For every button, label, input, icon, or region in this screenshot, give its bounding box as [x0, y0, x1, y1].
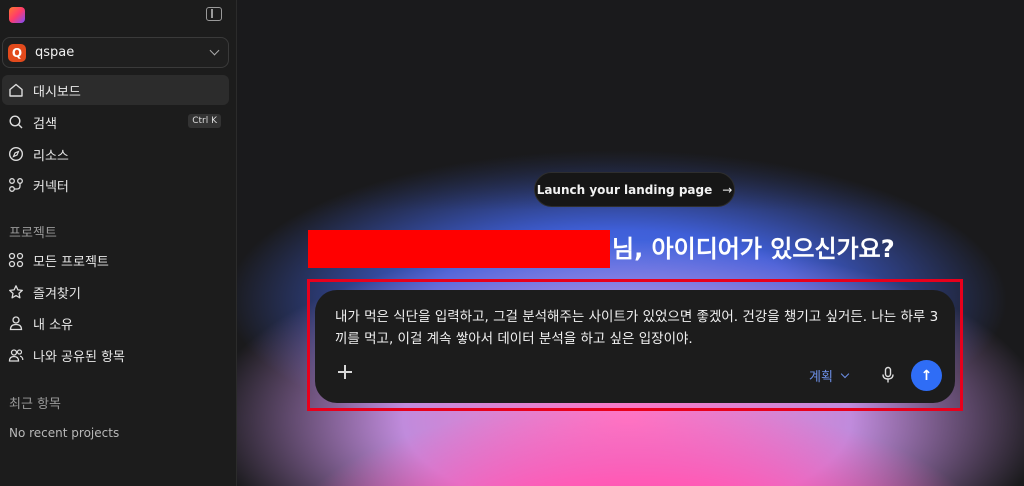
nav-label: 내 소유 — [33, 317, 74, 333]
plan-mode-label: 계획 — [809, 370, 833, 385]
prompt-input[interactable]: 내가 먹은 식단을 입력하고, 그걸 분석해주는 사이트가 있었으면 좋겠어. … — [335, 306, 945, 350]
logo-icon[interactable] — [9, 7, 25, 23]
nav-item-shared[interactable]: 나와 공유된 항목 — [2, 340, 229, 370]
redacted-username — [308, 230, 610, 268]
launch-pill-label: Launch your landing page — [536, 182, 713, 197]
shortcut-badge: Ctrl K — [188, 114, 221, 128]
nav-item-search[interactable]: 검색 Ctrl K — [2, 107, 229, 137]
home-icon — [8, 82, 24, 98]
search-icon — [8, 114, 24, 130]
plan-mode-select[interactable]: 계획 — [809, 366, 850, 385]
nav-item-mine[interactable]: 내 소유 — [2, 308, 229, 338]
nav-item-connectors[interactable]: 커넥터 — [2, 170, 229, 200]
chevron-down-icon — [840, 369, 850, 378]
sidebar: Q qspae 대시보드 검색 Ctrl K 리소스 커넥터 프로젝트 모든 프… — [0, 0, 237, 486]
chevron-down-icon — [209, 45, 220, 56]
page-headline: 님, 아이디어가 있으신가요? — [612, 235, 895, 263]
recent-section-title: 최근 항목 — [9, 397, 61, 412]
nav-label: 대시보드 — [33, 84, 81, 100]
workspace-name: qspae — [35, 45, 75, 60]
nav-label: 모든 프로젝트 — [33, 254, 109, 270]
prompt-card[interactable]: 내가 먹은 식단을 입력하고, 그걸 분석해주는 사이트가 있었으면 좋겠어. … — [315, 290, 955, 403]
nav-label: 검색 — [33, 116, 57, 132]
no-recent-projects: No recent projects — [9, 426, 120, 440]
nav-label: 리소스 — [33, 148, 69, 164]
users-icon — [8, 347, 24, 363]
launch-landing-page-button[interactable]: Launch your landing page → — [534, 172, 735, 207]
nav-item-all-projects[interactable]: 모든 프로젝트 — [2, 245, 229, 275]
projects-section-title: 프로젝트 — [9, 226, 57, 241]
user-icon — [8, 315, 24, 331]
nav-item-favorites[interactable]: 즐겨찾기 — [2, 277, 229, 307]
grid-icon — [8, 252, 24, 268]
send-button[interactable]: ↑ — [911, 360, 942, 391]
nav-item-dashboard[interactable]: 대시보드 — [2, 75, 229, 105]
plus-icon[interactable] — [337, 364, 353, 380]
arrow-up-icon: ↑ — [920, 367, 933, 384]
workspace-switcher[interactable]: Q qspae — [2, 37, 229, 68]
nav-label: 커넥터 — [33, 179, 69, 195]
arrow-right-icon: → — [722, 182, 733, 197]
nav-item-resources[interactable]: 리소스 — [2, 139, 229, 169]
workspace-avatar: Q — [8, 43, 26, 62]
star-icon — [8, 284, 24, 300]
microphone-icon[interactable] — [880, 366, 896, 384]
nav-label: 나와 공유된 항목 — [33, 349, 125, 365]
main-panel: Launch your landing page → 님, 아이디어가 있으신가… — [237, 0, 1024, 486]
nav-label: 즐겨찾기 — [33, 286, 81, 302]
compass-icon — [8, 146, 24, 162]
connector-icon — [8, 177, 24, 193]
sidebar-toggle-icon[interactable] — [206, 7, 222, 21]
